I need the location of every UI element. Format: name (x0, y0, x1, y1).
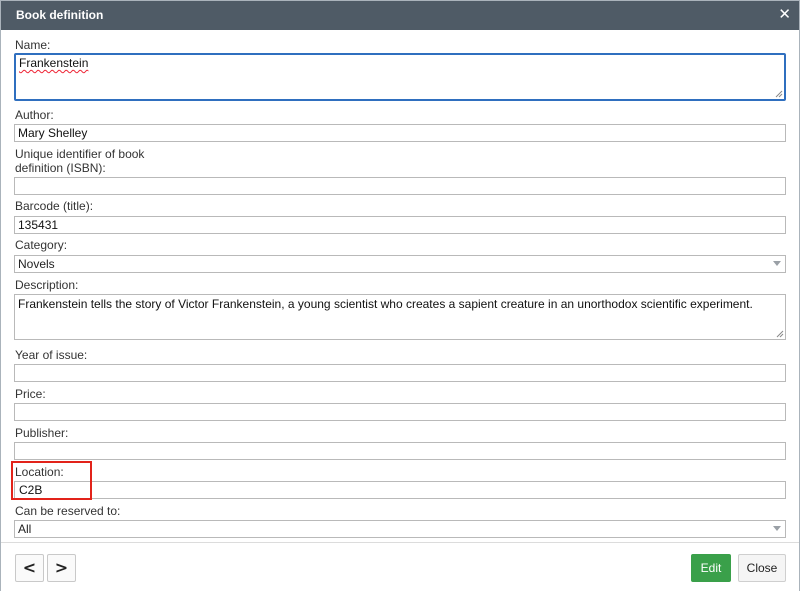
chevron-down-icon (773, 261, 781, 266)
next-button[interactable]: > (47, 554, 76, 582)
location-field[interactable]: C2B (14, 481, 786, 499)
name-field[interactable]: Frankenstein (14, 53, 786, 101)
dialog-body: Name: Frankenstein Author: Mary Shelley … (1, 30, 799, 542)
resize-handle-icon[interactable] (775, 90, 783, 98)
barcode-field[interactable]: 135431 (14, 216, 786, 234)
year-field[interactable] (14, 364, 786, 382)
reserve-label: Can be reserved to: (15, 504, 121, 518)
name-value: Frankenstein (19, 56, 89, 70)
description-label: Description: (15, 278, 79, 292)
price-field[interactable] (14, 403, 786, 421)
isbn-field[interactable] (14, 177, 786, 195)
isbn-label-line1: Unique identifier of book (15, 147, 145, 161)
description-value: Frankenstein tells the story of Victor F… (18, 297, 753, 311)
dialog-footer: < > Edit Close (1, 542, 799, 591)
reserve-value: All (18, 522, 32, 536)
year-label: Year of issue: (15, 348, 88, 362)
close-icon[interactable]: ✕ (778, 7, 791, 22)
isbn-label: Unique identifier of book definition (IS… (15, 147, 144, 175)
edit-button[interactable]: Edit (691, 554, 731, 582)
dialog-titlebar: Book definition ✕ (1, 1, 799, 30)
book-definition-dialog: Book definition ✕ Name: Frankenstein Aut… (0, 0, 800, 591)
category-select[interactable]: Novels (14, 255, 786, 273)
price-label: Price: (15, 387, 46, 401)
category-label: Category: (15, 238, 68, 252)
reserve-select[interactable]: All (14, 520, 786, 538)
isbn-label-line2: definition (ISBN): (15, 161, 106, 175)
close-button[interactable]: Close (738, 554, 786, 582)
dialog-title: Book definition (16, 8, 104, 22)
previous-button[interactable]: < (15, 554, 44, 582)
resize-handle-icon[interactable] (776, 330, 784, 338)
category-value: Novels (18, 257, 55, 271)
description-field[interactable]: Frankenstein tells the story of Victor F… (14, 294, 786, 340)
author-field[interactable]: Mary Shelley (14, 124, 786, 142)
barcode-label: Barcode (title): (15, 199, 94, 213)
publisher-label: Publisher: (15, 426, 69, 440)
chevron-down-icon (773, 526, 781, 531)
name-label: Name: (15, 38, 51, 52)
location-highlight (11, 461, 92, 500)
publisher-field[interactable] (14, 442, 786, 460)
author-label: Author: (15, 108, 54, 122)
